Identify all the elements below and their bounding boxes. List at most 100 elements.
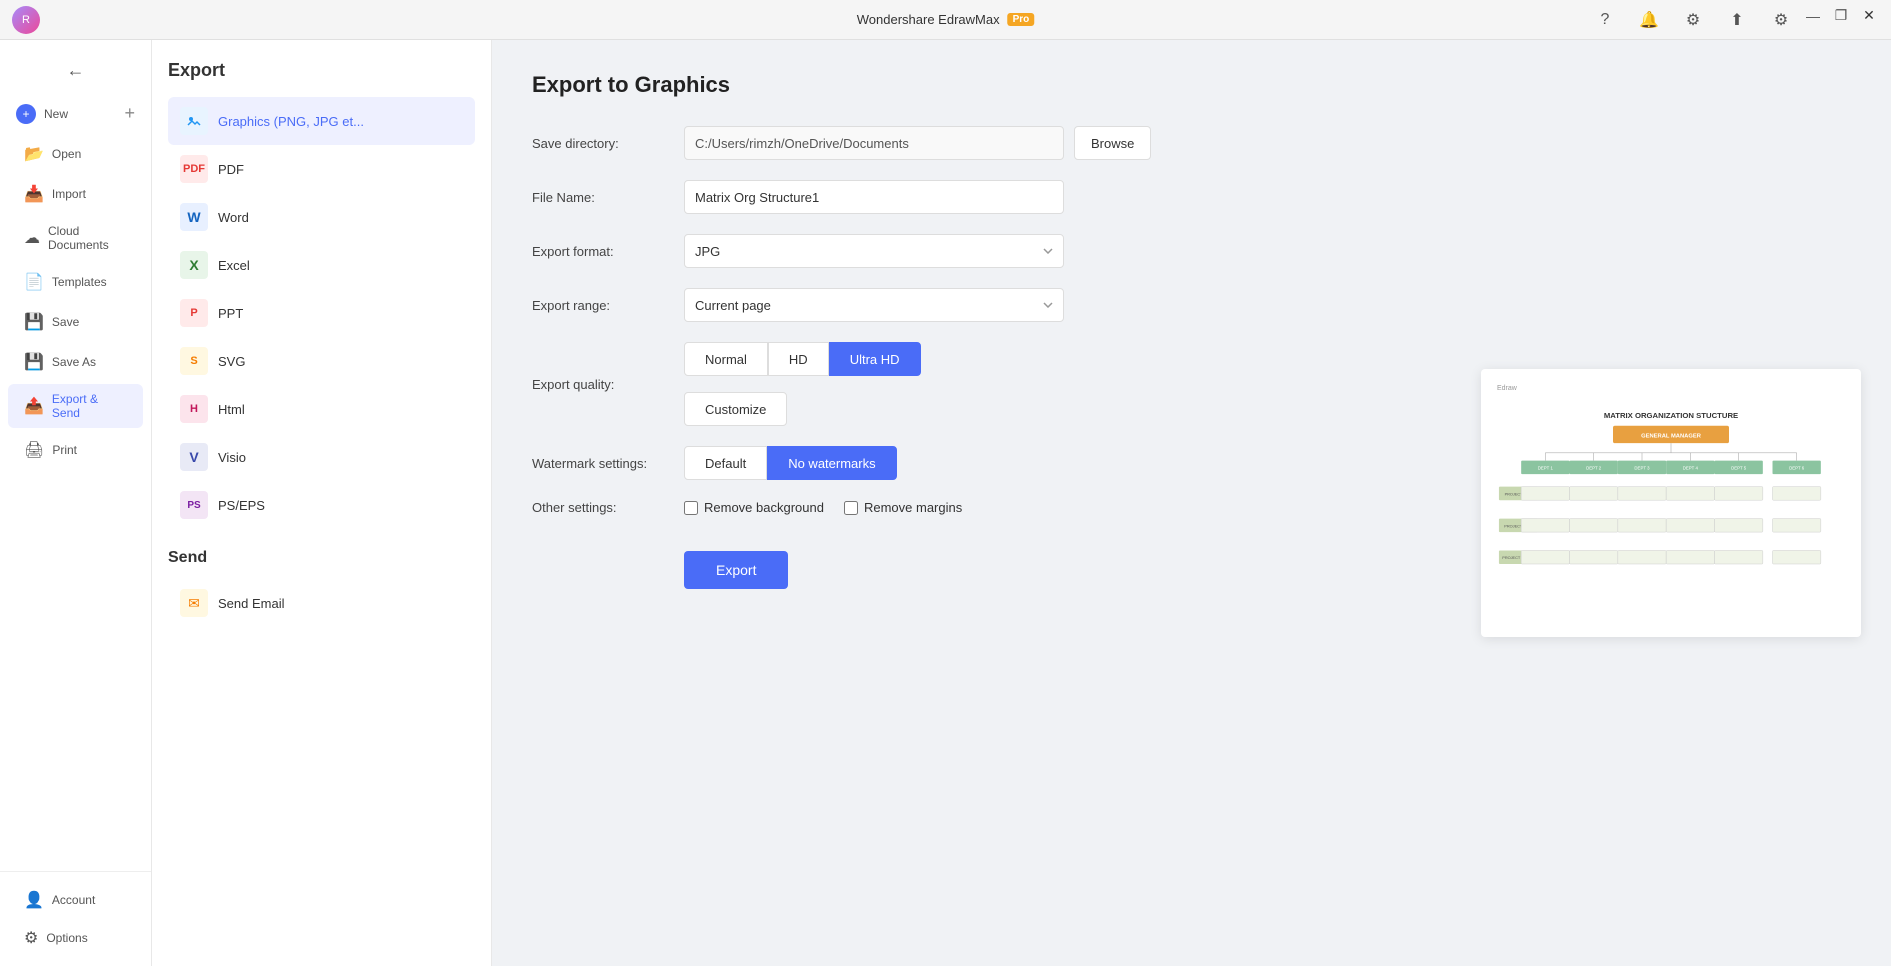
svg-text:DEPT 6: DEPT 6 bbox=[1789, 465, 1805, 470]
open-label: Open bbox=[52, 147, 81, 161]
cloud-label: Cloud Documents bbox=[48, 224, 127, 252]
open-icon: 📂 bbox=[24, 144, 44, 164]
export-label: Export & Send bbox=[52, 392, 127, 420]
quality-ultra-hd-button[interactable]: Ultra HD bbox=[829, 342, 921, 376]
svg-icon: S bbox=[180, 347, 208, 375]
account-icon: 👤 bbox=[24, 890, 44, 910]
new-icon: + bbox=[16, 104, 36, 124]
export-item-svg[interactable]: S SVG bbox=[168, 337, 475, 385]
help-icon[interactable]: ? bbox=[1591, 6, 1619, 34]
export-item-word[interactable]: W Word bbox=[168, 193, 475, 241]
customize-button[interactable]: Customize bbox=[684, 392, 787, 426]
notification-icon[interactable]: 🔔 bbox=[1635, 6, 1663, 34]
saveas-icon: 💾 bbox=[24, 352, 44, 372]
export-quality-row: Export quality: Normal HD Ultra HD Custo… bbox=[532, 342, 1411, 426]
window-controls: ? 🔔 ⚙ ⬆ ⚙ — ❐ ✕ bbox=[1591, 6, 1879, 34]
pseps-label: PS/EPS bbox=[218, 498, 265, 513]
sidebar-item-open[interactable]: 📂 Open bbox=[8, 136, 143, 172]
ppt-icon: P bbox=[180, 299, 208, 327]
options-label: Options bbox=[46, 931, 87, 945]
new-label: New bbox=[44, 107, 68, 121]
options-icon: ⚙ bbox=[24, 928, 38, 948]
main-layout: ← + New + 📂 Open 📥 Import ☁ Cloud Docume… bbox=[0, 40, 1891, 966]
export-panel: Export Graphics (PNG, JPG et... PDF PDF … bbox=[152, 40, 492, 966]
sidebar-item-account[interactable]: 👤 Account bbox=[8, 882, 143, 918]
excel-label: Excel bbox=[218, 258, 250, 273]
quality-normal-button[interactable]: Normal bbox=[684, 342, 768, 376]
remove-margins-input[interactable] bbox=[844, 501, 858, 515]
export-format-select[interactable]: JPG PNG BMP SVG bbox=[684, 234, 1064, 268]
export-item-html[interactable]: H Html bbox=[168, 385, 475, 433]
preview-card: Edraw MATRIX ORGANIZATION STUCTURE GENER… bbox=[1481, 369, 1861, 637]
pdf-label: PDF bbox=[218, 162, 244, 177]
svg-text:DEPT 2: DEPT 2 bbox=[1586, 465, 1602, 470]
quality-wrapper: Normal HD Ultra HD Customize bbox=[684, 342, 921, 426]
sidebar-back-button[interactable]: ← bbox=[8, 50, 143, 91]
export-item-graphics[interactable]: Graphics (PNG, JPG et... bbox=[168, 97, 475, 145]
export-range-select[interactable]: Current page All pages Selected shapes bbox=[684, 288, 1064, 322]
sidebar-item-new[interactable]: + New + bbox=[0, 93, 151, 134]
templates-label: Templates bbox=[52, 275, 107, 289]
remove-background-input[interactable] bbox=[684, 501, 698, 515]
content-title: Export to Graphics bbox=[532, 72, 1411, 98]
save-directory-field: Browse bbox=[684, 126, 1411, 160]
export-item-excel[interactable]: X Excel bbox=[168, 241, 475, 289]
sidebar-item-save[interactable]: 💾 Save bbox=[8, 304, 143, 340]
export-button[interactable]: Export bbox=[684, 551, 788, 589]
sidebar-item-export[interactable]: 📤 Export & Send bbox=[8, 384, 143, 428]
export-range-field: Current page All pages Selected shapes bbox=[684, 288, 1411, 322]
svg-label: SVG bbox=[218, 354, 245, 369]
more-icon[interactable]: ⚙ bbox=[1767, 6, 1795, 34]
user-avatar[interactable]: R bbox=[12, 6, 40, 34]
quality-hd-button[interactable]: HD bbox=[768, 342, 829, 376]
graphics-label: Graphics (PNG, JPG et... bbox=[218, 114, 364, 129]
remove-margins-label: Remove margins bbox=[864, 500, 962, 515]
watermark-label: Watermark settings: bbox=[532, 456, 672, 471]
account-label: Account bbox=[52, 893, 95, 907]
save-label: Save bbox=[52, 315, 79, 329]
sidebar-item-saveas[interactable]: 💾 Save As bbox=[8, 344, 143, 380]
org-chart-svg: MATRIX ORGANIZATION STUCTURE GENERAL MAN… bbox=[1497, 396, 1845, 616]
pdf-icon: PDF bbox=[180, 155, 208, 183]
saveas-label: Save As bbox=[52, 355, 96, 369]
print-icon: 🖨 bbox=[24, 440, 44, 460]
preview-panel: Edraw MATRIX ORGANIZATION STUCTURE GENER… bbox=[1451, 40, 1891, 966]
export-item-visio[interactable]: V Visio bbox=[168, 433, 475, 481]
visio-icon: V bbox=[180, 443, 208, 471]
file-name-field bbox=[684, 180, 1411, 214]
export-range-label: Export range: bbox=[532, 298, 672, 313]
save-icon: 💾 bbox=[24, 312, 44, 332]
sidebar-item-print[interactable]: 🖨 Print bbox=[8, 432, 143, 468]
excel-icon: X bbox=[180, 251, 208, 279]
maximize-button[interactable]: ❐ bbox=[1831, 6, 1851, 26]
remove-margins-checkbox[interactable]: Remove margins bbox=[844, 500, 962, 515]
close-button[interactable]: ✕ bbox=[1859, 6, 1879, 26]
html-label: Html bbox=[218, 402, 245, 417]
export-item-pseps[interactable]: PS PS/EPS bbox=[168, 481, 475, 529]
share-icon[interactable]: ⬆ bbox=[1723, 6, 1751, 34]
sidebar-item-options[interactable]: ⚙ Options bbox=[8, 920, 143, 956]
settings-icon[interactable]: ⚙ bbox=[1679, 6, 1707, 34]
remove-background-checkbox[interactable]: Remove background bbox=[684, 500, 824, 515]
app-title-area: Wondershare EdrawMax Pro bbox=[857, 12, 1035, 27]
import-label: Import bbox=[52, 187, 86, 201]
svg-text:DEPT 3: DEPT 3 bbox=[1634, 465, 1650, 470]
export-item-pdf[interactable]: PDF PDF bbox=[168, 145, 475, 193]
watermark-default-button[interactable]: Default bbox=[684, 446, 767, 480]
save-directory-label: Save directory: bbox=[532, 136, 672, 151]
file-name-input[interactable] bbox=[684, 180, 1064, 214]
graphics-icon bbox=[180, 107, 208, 135]
quality-group: Normal HD Ultra HD bbox=[684, 342, 921, 376]
watermark-none-button[interactable]: No watermarks bbox=[767, 446, 896, 480]
svg-text:GENERAL MANAGER: GENERAL MANAGER bbox=[1641, 433, 1702, 439]
sidebar-item-import[interactable]: 📥 Import bbox=[8, 176, 143, 212]
minimize-button[interactable]: — bbox=[1803, 6, 1823, 26]
word-label: Word bbox=[218, 210, 249, 225]
send-email-item[interactable]: ✉ Send Email bbox=[168, 579, 475, 627]
export-format-label: Export format: bbox=[532, 244, 672, 259]
sidebar-item-cloud[interactable]: ☁ Cloud Documents bbox=[8, 216, 143, 260]
save-directory-input[interactable] bbox=[684, 126, 1064, 160]
sidebar-item-templates[interactable]: 📄 Templates bbox=[8, 264, 143, 300]
export-item-ppt[interactable]: P PPT bbox=[168, 289, 475, 337]
browse-button[interactable]: Browse bbox=[1074, 126, 1151, 160]
